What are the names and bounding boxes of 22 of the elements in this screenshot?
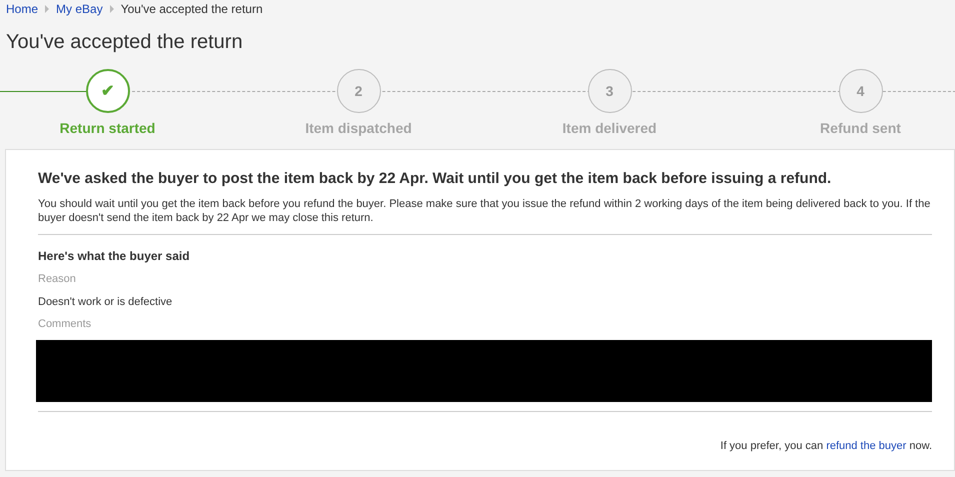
step-label: Return started xyxy=(60,120,156,136)
checkmark-icon: ✔ xyxy=(86,69,130,113)
step-label: Refund sent xyxy=(820,120,901,136)
chevron-icon xyxy=(110,5,114,13)
field-label: Comments xyxy=(38,318,92,330)
chevron-icon xyxy=(45,5,50,13)
page-title: You've accepted the return xyxy=(6,31,244,54)
step-number: 4 xyxy=(838,69,882,113)
section-title: Here's what the buyer said xyxy=(38,249,191,263)
step-label: Item delivered xyxy=(562,120,657,136)
breadcrumb-link[interactable]: Home xyxy=(6,2,38,16)
reason-value: Doesn't work or is defective xyxy=(38,296,174,308)
instructions-text: You should wait until you get the item back before you refund the buyer. Please make sure that you issue the refund within 2 working days of the item being delivered back to you. If the buyer doesn't send the item back by 22 Apr we may close this return. xyxy=(38,197,932,225)
step-number: 3 xyxy=(588,69,632,113)
step-label: Item dispatched xyxy=(305,120,412,136)
panel-heading: We've asked the buyer to post the item back by 22 Apr. Wait until you get the item back before issuing a refund. xyxy=(38,170,832,187)
refund-note: If you prefer, you can refund the buyer now. xyxy=(719,440,932,452)
step-number: 2 xyxy=(336,69,380,113)
breadcrumb-current: You've accepted the return xyxy=(120,2,263,16)
field-label: Reason xyxy=(38,273,77,285)
refund-link[interactable]: refund the buyer xyxy=(826,440,906,452)
breadcrumb-link[interactable]: My eBay xyxy=(56,2,103,16)
